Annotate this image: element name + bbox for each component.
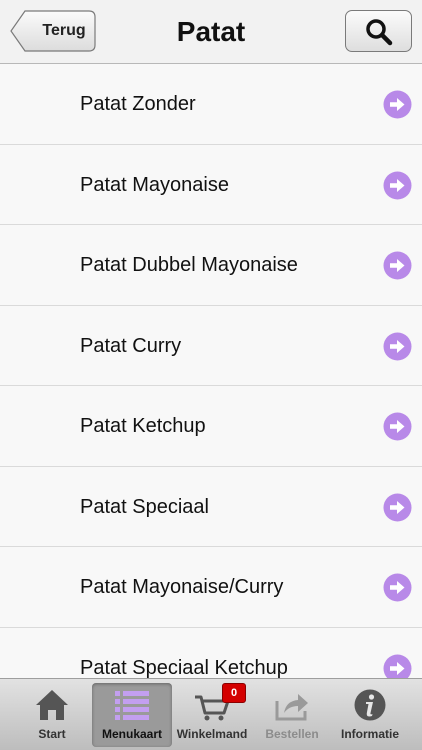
back-button[interactable]: Terug bbox=[10, 10, 96, 52]
list-item[interactable]: Patat Mayonaise/Curry bbox=[0, 547, 422, 628]
list-icon bbox=[115, 691, 149, 720]
right-arrow-circle-icon[interactable] bbox=[383, 171, 412, 200]
search-icon bbox=[366, 19, 393, 46]
share-icon bbox=[275, 694, 308, 721]
list-item-label: Patat Dubbel Mayonaise bbox=[80, 254, 298, 276]
navigation-bar: Terug Patat bbox=[0, 0, 422, 64]
tab-label: Informatie bbox=[340, 727, 399, 741]
list-item[interactable]: Patat Mayonaise bbox=[0, 144, 422, 225]
right-arrow-circle-icon[interactable] bbox=[383, 654, 412, 679]
list-item-label: Patat Speciaal Ketchup bbox=[80, 656, 288, 679]
right-arrow-circle-icon[interactable] bbox=[383, 251, 412, 280]
list-item-label: Patat Mayonaise bbox=[80, 173, 229, 196]
page-title: Patat bbox=[176, 16, 246, 47]
tab-winkelmand[interactable]: 0 Winkelmand bbox=[172, 683, 252, 747]
tab-label: Start bbox=[38, 727, 66, 741]
search-button[interactable] bbox=[345, 10, 412, 52]
cart-count-badge: 0 bbox=[222, 683, 246, 703]
list-item-label: Patat Speciaal bbox=[80, 495, 209, 518]
right-arrow-circle-icon[interactable] bbox=[383, 332, 412, 361]
list-item-label: Patat Zonder bbox=[80, 93, 196, 115]
list-item[interactable]: Patat Ketchup bbox=[0, 386, 422, 467]
list-item[interactable]: Patat Speciaal Ketchup bbox=[0, 627, 422, 679]
tab-bestellen[interactable]: Bestellen bbox=[252, 683, 332, 747]
right-arrow-circle-icon[interactable] bbox=[383, 412, 412, 441]
right-arrow-circle-icon[interactable] bbox=[383, 573, 412, 602]
tab-label: Winkelmand bbox=[176, 727, 248, 741]
list-item[interactable]: Patat Speciaal bbox=[0, 466, 422, 547]
right-arrow-circle-icon[interactable] bbox=[383, 90, 412, 119]
right-arrow-circle-icon[interactable] bbox=[383, 493, 412, 522]
tab-label: Bestellen bbox=[265, 727, 319, 741]
list-item-label: Patat Ketchup bbox=[80, 415, 206, 437]
menu-item-list: Patat Zonder Patat Mayonaise Patat Dubbe… bbox=[0, 64, 422, 678]
info-icon bbox=[354, 689, 386, 721]
back-button-label: Terug bbox=[42, 22, 86, 39]
tab-label: Menukaart bbox=[101, 727, 163, 741]
list-item[interactable]: Patat Zonder bbox=[0, 64, 422, 145]
home-icon bbox=[36, 690, 68, 720]
tab-informatie[interactable]: Informatie bbox=[330, 683, 410, 747]
tab-bar: Start Menukaart 0 Winkelmand Bestellen I… bbox=[0, 678, 422, 750]
list-item[interactable]: Patat Curry bbox=[0, 305, 422, 386]
list-item-label: Patat Mayonaise/Curry bbox=[80, 576, 284, 598]
tab-start[interactable]: Start bbox=[12, 683, 92, 747]
list-item-label: Patat Curry bbox=[80, 334, 182, 357]
list-item[interactable]: Patat Dubbel Mayonaise bbox=[0, 225, 422, 306]
tab-menukaart[interactable]: Menukaart bbox=[92, 683, 172, 747]
